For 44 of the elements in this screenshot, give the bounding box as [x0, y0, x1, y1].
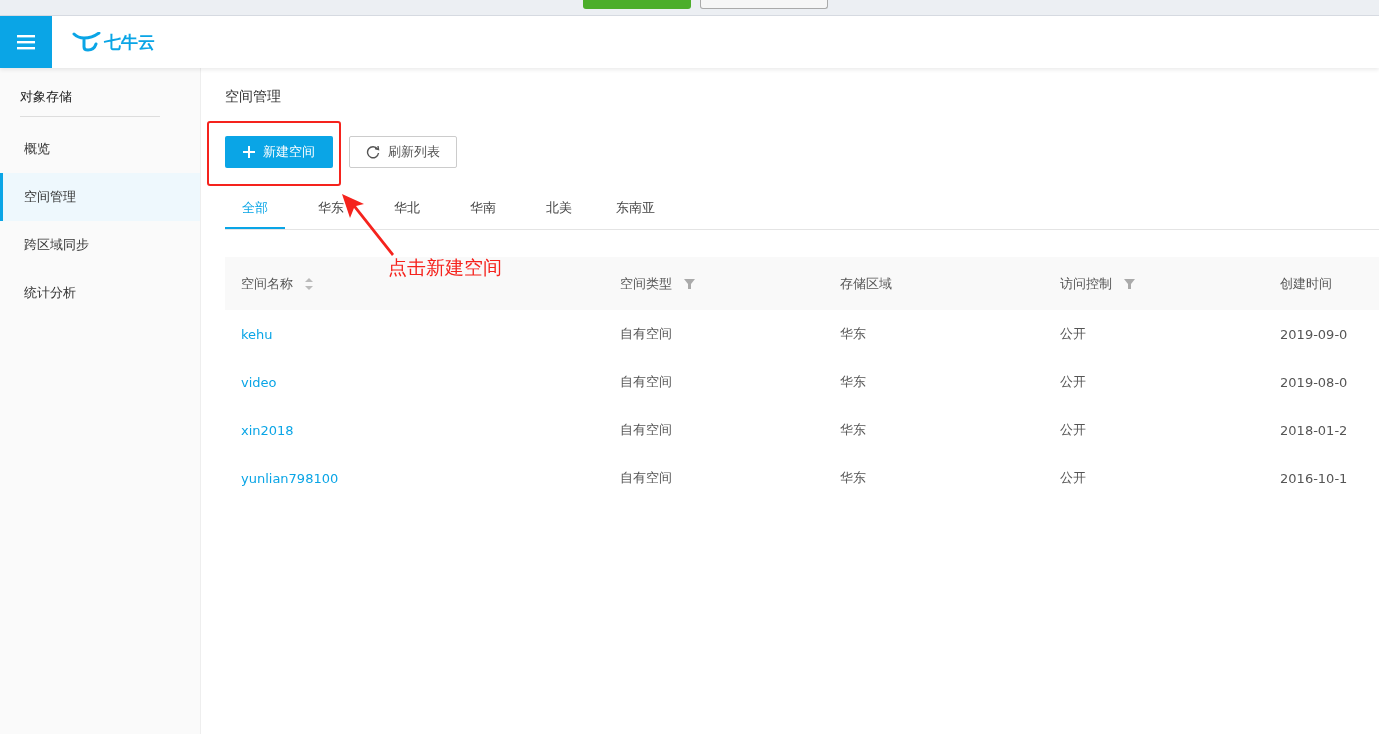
column-header: 空间名称	[241, 274, 293, 293]
table-cell: 自有空间	[620, 469, 673, 487]
region-tab[interactable]: 北美	[521, 191, 597, 229]
filter-icon[interactable]	[1124, 278, 1136, 289]
table-cell: 华东	[840, 469, 867, 487]
table-cell: 2016-10-1	[1280, 470, 1348, 486]
refresh-button[interactable]: 刷新列表	[349, 136, 457, 168]
sidebar-item[interactable]: 概览	[0, 125, 200, 173]
region-tab[interactable]: 华东	[293, 191, 369, 229]
menu-button[interactable]	[0, 16, 52, 68]
sidebar-title: 对象存储	[20, 88, 160, 117]
menu-icon	[17, 34, 35, 50]
column-header: 空间类型	[620, 274, 673, 293]
bull-logo-icon	[72, 32, 102, 52]
table-cell: 华东	[840, 373, 867, 391]
table-cell: 自有空间	[620, 325, 673, 343]
region-tab[interactable]: 东南亚	[597, 191, 673, 229]
notice-button[interactable]	[700, 0, 828, 9]
table-cell: 公开	[1060, 469, 1087, 487]
plus-icon	[243, 146, 255, 158]
logo-text: 七牛云	[104, 30, 155, 54]
refresh-icon	[366, 145, 380, 159]
sidebar-item[interactable]: 空间管理	[0, 173, 200, 221]
column-header: 创建时间	[1280, 274, 1333, 293]
table-cell: 华东	[840, 325, 867, 343]
table-cell: 公开	[1060, 373, 1087, 391]
table-cell: 华东	[840, 421, 867, 439]
filter-icon[interactable]	[684, 278, 696, 289]
region-tab[interactable]: 华北	[369, 191, 445, 229]
page-title: 空间管理	[225, 88, 282, 106]
column-header: 存储区域	[840, 274, 893, 293]
column-header: 访问控制	[1060, 274, 1113, 293]
annotation-text: 点击新建空间	[388, 255, 502, 280]
table-cell: 2018-01-2	[1280, 422, 1348, 438]
table-cell: 公开	[1060, 325, 1087, 343]
table-cell: 2019-09-0	[1280, 326, 1348, 342]
sort-icon[interactable]	[305, 276, 313, 291]
table-cell: 2019-08-0	[1280, 374, 1348, 390]
table-cell: 自有空间	[620, 421, 673, 439]
table-cell: 公开	[1060, 421, 1087, 439]
region-tab[interactable]: 华南	[445, 191, 521, 229]
sidebar-item[interactable]: 统计分析	[0, 269, 200, 317]
sidebar-item[interactable]: 跨区域同步	[0, 221, 200, 269]
table-cell: 自有空间	[620, 373, 673, 391]
